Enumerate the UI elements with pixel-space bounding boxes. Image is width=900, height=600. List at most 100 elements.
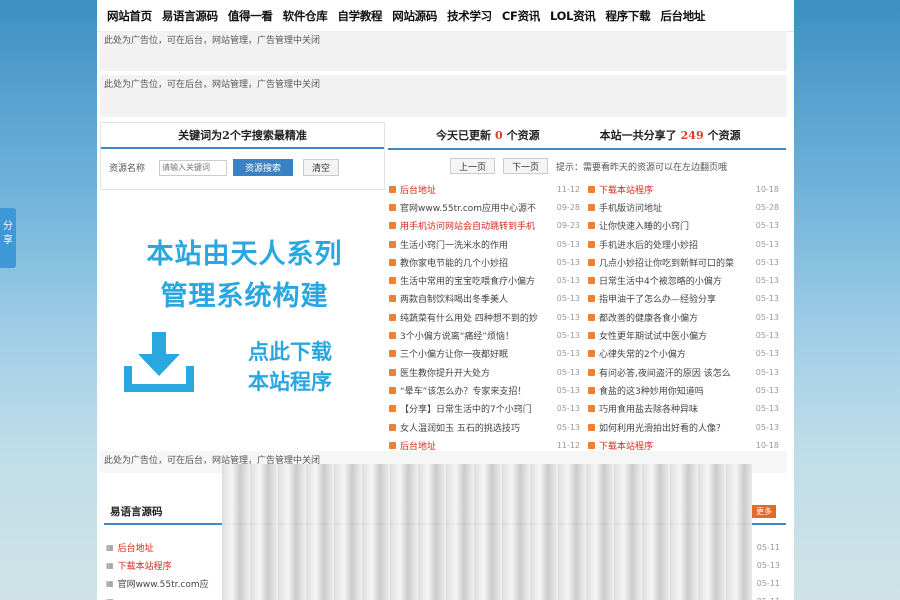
- list-item-title[interactable]: 医生教你提升开大处方: [400, 366, 550, 379]
- list-item[interactable]: 几点小妙招让你吃到新鲜可口的菜 05-13: [588, 253, 783, 271]
- list-item-title[interactable]: 让你快速入睡的小窍门: [599, 219, 749, 232]
- list-item[interactable]: 日常生活中4个被忽略的小偏方 05-13: [588, 271, 783, 289]
- list-item-title[interactable]: 教你家电节能的几个小妙招: [400, 256, 550, 269]
- list-item[interactable]: 让你快速入睡的小窍门 05-13: [588, 217, 783, 235]
- list-item[interactable]: 下载本站程序 10-18: [588, 180, 783, 198]
- next-page-button[interactable]: 下一页: [503, 158, 549, 174]
- nav-link-software[interactable]: 软件仓库: [283, 8, 328, 24]
- list-bullet-icon: [588, 295, 595, 303]
- nav-link-lol-news[interactable]: LOL资讯: [550, 8, 596, 24]
- list-item-title[interactable]: 女人温润如玉 五石的挑选技巧: [400, 421, 550, 434]
- prev-page-button[interactable]: 上一页: [450, 158, 496, 174]
- list-item[interactable]: “晕车”该怎么办？专家来支招！ 05-13: [389, 381, 584, 399]
- list-item-title[interactable]: 手机进水后的处理小妙招: [599, 238, 749, 251]
- list-item-title[interactable]: 下载本站程序: [599, 183, 749, 196]
- list-item-title[interactable]: 日常生活中4个被忽略的小偏方: [599, 274, 749, 287]
- list-item-title[interactable]: 几点小妙招让你吃到新鲜可口的菜: [599, 256, 749, 269]
- list-item[interactable]: 3个小偏方说离“痛经”烦恼！ 05-13: [389, 326, 584, 344]
- list-item-title[interactable]: 纯蔬菜有什么用处 四种想不到的妙: [400, 311, 550, 324]
- download-icon: [124, 332, 194, 392]
- list-item-title[interactable]: 女性更年期试试中医小偏方: [599, 329, 749, 342]
- list-item-title[interactable]: 生活中常用的宝宝吃喂食疗小偏方: [400, 274, 550, 287]
- list-item[interactable]: 女人温润如玉 五石的挑选技巧 05-13: [389, 418, 584, 436]
- list-item[interactable]: 巧用食用盐去除各种异味 05-13: [588, 400, 783, 418]
- nav-link-cf-news[interactable]: CF资讯: [502, 8, 540, 24]
- nav-link-worth-seeing[interactable]: 值得一看: [228, 8, 273, 24]
- list-item-title[interactable]: 手机版访问地址: [599, 201, 749, 214]
- ad-banner-top-2[interactable]: 此处为广告位，可在后台，网站管理，广告管理中关闭: [100, 75, 787, 117]
- list-item-date: 05-28: [755, 202, 779, 212]
- list-item[interactable]: 指甲油干了怎么办—经验分享 05-13: [588, 290, 783, 308]
- list-item[interactable]: 医生教你提升开大处方 05-13: [389, 363, 584, 381]
- list-item-title[interactable]: 生活小窍门一洗米水的作用: [400, 238, 550, 251]
- list-item-title[interactable]: 后台地址: [400, 439, 550, 452]
- bottom-list-item-date: 05-11: [757, 597, 784, 600]
- nav-link-program-download[interactable]: 程序下载: [606, 8, 651, 24]
- list-item-title[interactable]: 三个小偏方让你一夜都好眠: [400, 347, 550, 360]
- list-item[interactable]: 【分享】日常生活中的7个小窍门 05-13: [389, 400, 584, 418]
- list-item-title[interactable]: 下载本站程序: [599, 439, 749, 452]
- nav-link-admin[interactable]: 后台地址: [660, 8, 705, 24]
- search-button[interactable]: 资源搜索: [233, 159, 293, 176]
- bottom-list-item-title[interactable]: 后台地址: [118, 541, 228, 554]
- list-item[interactable]: 教你家电节能的几个小妙招 05-13: [389, 253, 584, 271]
- list-item[interactable]: 三个小偏方让你一夜都好眠 05-13: [389, 345, 584, 363]
- list-item[interactable]: 手机进水后的处理小妙招 05-13: [588, 235, 783, 253]
- list-bullet-icon: [389, 386, 396, 394]
- list-bullet-icon: [389, 185, 396, 193]
- list-item-title[interactable]: 指甲油干了怎么办—经验分享: [599, 292, 749, 305]
- promo-download-line-1: 点此下载: [248, 340, 332, 364]
- total-stats: 本站一共分享了 249 个资源: [600, 127, 741, 143]
- clear-button[interactable]: 清空: [303, 159, 339, 176]
- list-item-title[interactable]: “晕车”该怎么办？专家来支招！: [400, 384, 550, 397]
- bottom-list-item-title[interactable]: 官网www.55tr.com应: [118, 577, 228, 590]
- list-item[interactable]: 心律失常的2个小偏方 05-13: [588, 345, 783, 363]
- share-tab[interactable]: 分享: [0, 208, 16, 268]
- list-item-date: 05-13: [755, 422, 779, 432]
- total-suffix: 个资源: [707, 129, 741, 142]
- nav-link-home[interactable]: 网站首页: [107, 8, 152, 24]
- file-icon: ▦: [106, 542, 114, 552]
- blurred-overlay: [222, 464, 752, 600]
- list-item-title[interactable]: 巧用食用盐去除各种异味: [599, 402, 749, 415]
- list-item[interactable]: 纯蔬菜有什么用处 四种想不到的妙 05-13: [389, 308, 584, 326]
- more-button[interactable]: 更多: [752, 505, 776, 518]
- nav-link-easy-lang-source[interactable]: 易语言源码: [162, 8, 218, 24]
- list-item-title[interactable]: 食盐的这3种妙用你知道吗: [599, 384, 749, 397]
- list-item-title[interactable]: 用手机访问网站会自动跳转到手机: [400, 219, 550, 232]
- bottom-list-item-date: 05-11: [756, 578, 780, 588]
- list-item-date: 05-13: [755, 221, 779, 231]
- list-item[interactable]: 都改善的健康各食小偏方 05-13: [588, 308, 783, 326]
- list-item[interactable]: 有问必答,夜间盗汗的原因 该怎么 05-13: [588, 363, 783, 381]
- list-item-title[interactable]: 3个小偏方说离“痛经”烦恼！: [400, 329, 550, 342]
- list-item[interactable]: 两款自制饮料喝出冬季美人 05-13: [389, 290, 584, 308]
- list-bullet-icon: [588, 441, 595, 449]
- search-input[interactable]: [159, 159, 227, 176]
- nav-link-tech-study[interactable]: 技术学习: [447, 8, 492, 24]
- list-item[interactable]: 用手机访问网站会自动跳转到手机 09-23: [389, 217, 584, 235]
- nav-link-tutorials[interactable]: 自学教程: [337, 8, 382, 24]
- list-item[interactable]: 女性更年期试试中医小偏方 05-13: [588, 326, 783, 344]
- list-item[interactable]: 如何利用光滑拍出好看的人像？ 05-13: [588, 418, 783, 436]
- list-item-title[interactable]: 两款自制饮料喝出冬季美人: [400, 292, 550, 305]
- list-bullet-icon: [588, 277, 595, 285]
- list-item-title[interactable]: 官网www.55tr.com应用中心源不: [400, 201, 550, 214]
- list-item[interactable]: 生活中常用的宝宝吃喂食疗小偏方 05-13: [389, 271, 584, 289]
- list-item[interactable]: 后台地址 11-12: [389, 180, 584, 198]
- nav-link-site-source[interactable]: 网站源码: [392, 8, 437, 24]
- promo-banner[interactable]: 本站由天人系列 管理系统构建 点此下载 本站程序: [100, 190, 385, 448]
- list-item[interactable]: 官网www.55tr.com应用中心源不 09-28: [389, 198, 584, 216]
- bottom-list-item-title[interactable]: 下载本站程序: [118, 559, 228, 572]
- list-item-title[interactable]: 如何利用光滑拍出好看的人像？: [599, 421, 749, 434]
- list-item[interactable]: 生活小窍门一洗米水的作用 05-13: [389, 235, 584, 253]
- list-item-title[interactable]: 【分享】日常生活中的7个小窍门: [400, 402, 550, 415]
- list-item-title[interactable]: 都改善的健康各食小偏方: [599, 311, 749, 324]
- list-item-title[interactable]: 心律失常的2个小偏方: [599, 347, 749, 360]
- ad-banner-top-1[interactable]: 此处为广告位，可在后台，网站管理，广告管理中关闭: [100, 31, 787, 71]
- list-bullet-icon: [588, 203, 595, 211]
- list-item-title[interactable]: 有问必答,夜间盗汗的原因 该怎么: [599, 366, 749, 379]
- list-item[interactable]: 食盐的这3种妙用你知道吗 05-13: [588, 381, 783, 399]
- list-item-title[interactable]: 后台地址: [400, 183, 550, 196]
- list-item-date: 05-13: [556, 422, 580, 432]
- list-item[interactable]: 手机版访问地址 05-28: [588, 198, 783, 216]
